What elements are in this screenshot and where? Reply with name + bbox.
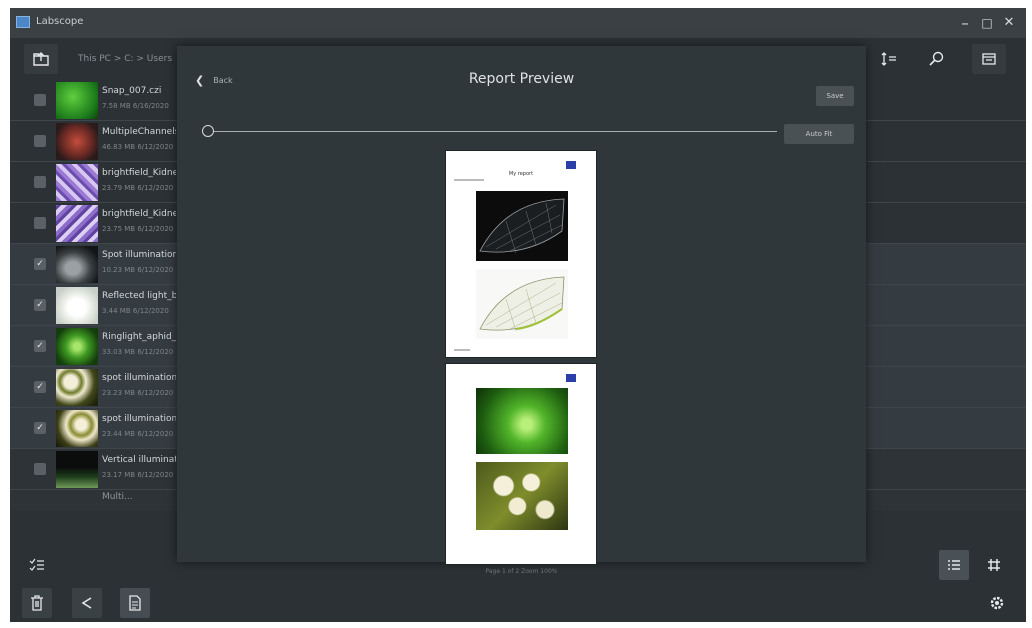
list-view-icon: [948, 560, 960, 570]
share-button[interactable]: [72, 588, 102, 618]
maximize-button[interactable]: □: [976, 12, 998, 34]
dialog-title: Report Preview: [468, 71, 575, 87]
row-checkbox-checked[interactable]: ✓: [34, 299, 46, 311]
save-button[interactable]: Save: [816, 86, 854, 106]
zeiss-logo: [566, 374, 576, 382]
app-logo: [16, 16, 30, 28]
row-checkbox-checked[interactable]: ✓: [34, 258, 46, 270]
file-name: brightfield_Kidney: [102, 209, 176, 219]
zoom-slider-track[interactable]: [205, 131, 777, 132]
report-page-1: My report: [445, 150, 597, 358]
folder-up-icon: [33, 52, 49, 66]
labscope-window: Labscope – □ ✕ This PC > C: > Users ✕: [10, 8, 1026, 622]
row-checkbox-checked[interactable]: ✓: [34, 381, 46, 393]
file-name: MultipleChannels: [102, 127, 176, 137]
thumbnail: [56, 205, 98, 242]
multi-select-button[interactable]: [22, 550, 52, 580]
app-name: Labscope: [36, 16, 84, 27]
file-meta: 10.23 MB 6/12/2020: [102, 266, 174, 274]
report-image-2: [476, 269, 568, 339]
thumbnail: [56, 369, 98, 406]
report-preview-dialog: ❮ Back Report Preview Save Auto Fit My r…: [177, 46, 866, 575]
file-name: spot illumination: [102, 373, 176, 383]
zeiss-logo: [566, 161, 576, 169]
file-meta: 23.44 MB 6/12/2020: [102, 430, 174, 438]
folder-up-button[interactable]: [24, 44, 58, 74]
grid-view-icon: [988, 559, 1000, 571]
file-meta: 46.83 MB 6/12/2020: [102, 143, 174, 151]
wing-image-light: [479, 276, 565, 332]
multi-select-icon: [29, 558, 44, 571]
file-meta: 7.58 MB 6/16/2020: [102, 102, 169, 110]
report-image-4: [476, 462, 568, 530]
file-meta: 3.44 MB 6/12/2020: [102, 307, 169, 315]
title-bar: Labscope – □ ✕: [10, 8, 1026, 38]
page-indicator: Page 1 of 2 Zoom 100%: [485, 568, 558, 575]
report-subtitle-line: [454, 179, 484, 181]
thumbnail: [56, 410, 98, 447]
report-image-1: [476, 191, 568, 261]
gear-icon: [990, 596, 1004, 610]
file-meta: 23.79 MB 6/12/2020: [102, 184, 174, 192]
page-footer-line: [454, 349, 470, 351]
row-checkbox[interactable]: [34, 135, 46, 147]
thumbnail: [56, 164, 98, 201]
thumbnail: [56, 123, 98, 160]
sort-icon: [881, 52, 896, 66]
thumbnail: [56, 246, 98, 283]
row-checkbox[interactable]: [34, 94, 46, 106]
breadcrumb-path[interactable]: This PC > C: > Users: [78, 54, 172, 64]
report-image-3: [476, 388, 568, 454]
file-name: Multi...: [102, 492, 133, 502]
file-name: Spot illumination: [102, 250, 176, 260]
file-name: Reflected light_bo: [102, 291, 176, 301]
thumbnail: [56, 287, 98, 324]
row-checkbox-checked[interactable]: ✓: [34, 422, 46, 434]
report-title: My report: [508, 171, 534, 177]
delete-button[interactable]: [22, 588, 52, 618]
grid-view-button[interactable]: [979, 550, 1009, 580]
search-image-button[interactable]: [920, 44, 954, 74]
close-button[interactable]: ✕: [998, 12, 1020, 34]
thumbnail: [56, 451, 98, 488]
file-meta: 23.23 MB 6/12/2020: [102, 389, 174, 397]
search-image-icon: [929, 51, 944, 66]
report-icon: [129, 595, 141, 611]
settings-button[interactable]: [982, 588, 1012, 618]
minimize-button[interactable]: –: [954, 12, 976, 34]
gallery-icon: [982, 53, 996, 65]
report-button[interactable]: [120, 588, 150, 618]
share-icon: [81, 597, 92, 609]
file-name: spot illumination: [102, 414, 176, 424]
file-name: brightfield_Kidney: [102, 168, 176, 178]
report-page-2: [445, 363, 597, 565]
row-checkbox-checked[interactable]: ✓: [34, 340, 46, 352]
zoom-slider-handle[interactable]: [202, 125, 214, 137]
row-checkbox[interactable]: [34, 463, 46, 475]
thumbnail: [56, 82, 98, 119]
file-meta: 23.17 MB 6/12/2020: [102, 471, 174, 479]
action-bar: [10, 584, 1026, 622]
sort-button[interactable]: [872, 44, 906, 74]
file-name: Snap_007.czi: [102, 86, 162, 96]
file-meta: 33.03 MB 6/12/2020: [102, 348, 174, 356]
row-checkbox[interactable]: [34, 176, 46, 188]
gallery-button[interactable]: [972, 44, 1006, 74]
thumbnail: [56, 328, 98, 365]
file-name: Vertical illuminati: [102, 455, 176, 465]
list-view-button[interactable]: [939, 550, 969, 580]
file-meta: 23.75 MB 6/12/2020: [102, 225, 174, 233]
file-name: Ringlight_aphid_S: [102, 332, 176, 342]
wing-image-dark: [479, 198, 565, 254]
row-checkbox[interactable]: [34, 217, 46, 229]
trash-icon: [31, 595, 43, 611]
auto-fit-button[interactable]: Auto Fit: [784, 124, 854, 144]
